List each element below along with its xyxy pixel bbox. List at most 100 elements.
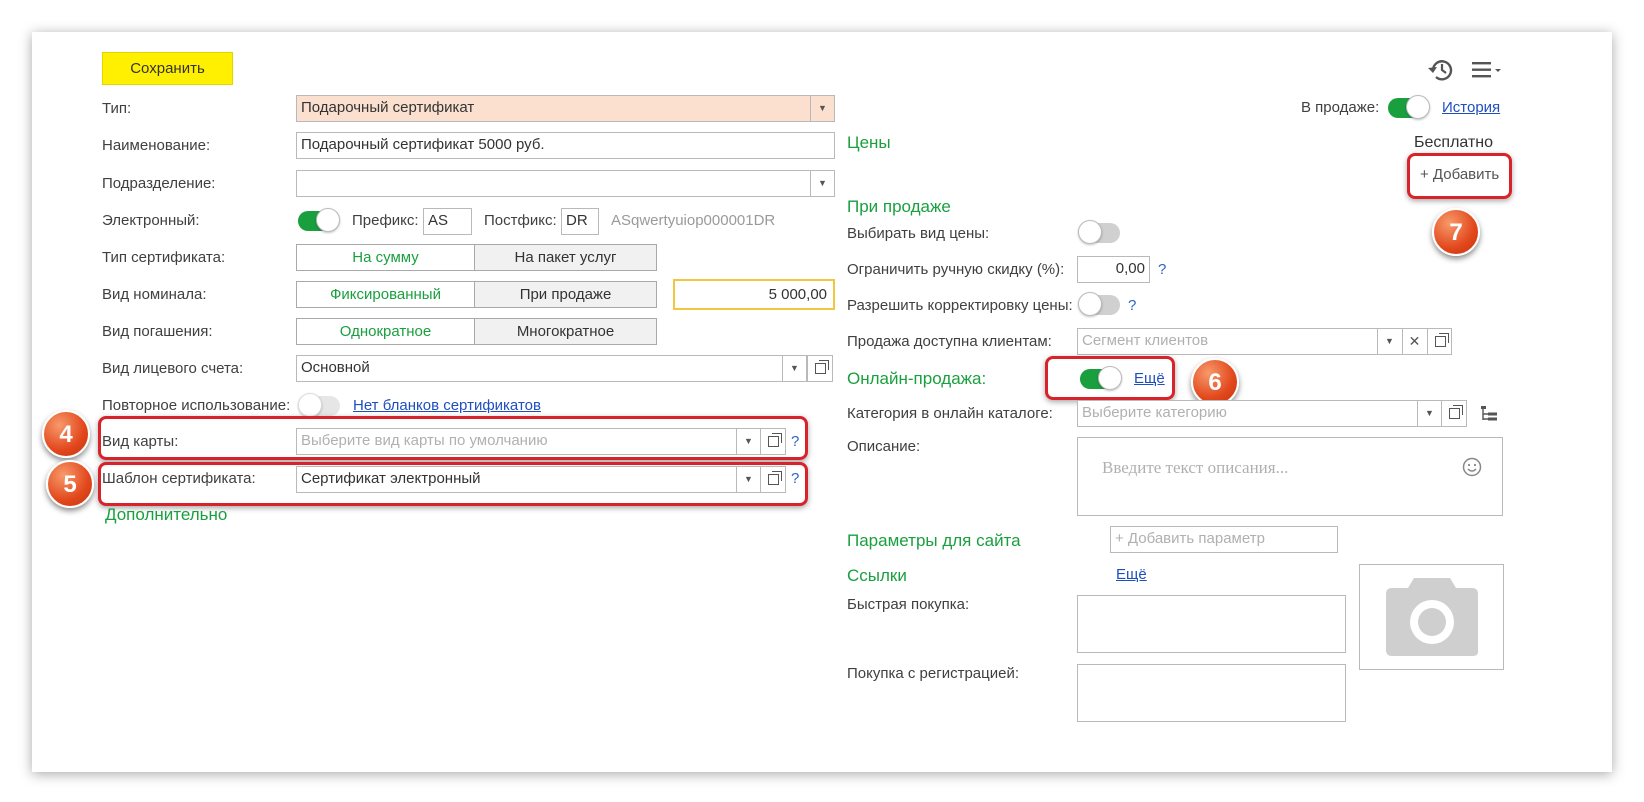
on-sale-label: В продаже:	[1301, 99, 1380, 116]
limit-discount-input[interactable]: 0,00	[1077, 256, 1150, 283]
division-label: Подразделение:	[102, 175, 216, 192]
menu-icon[interactable]	[1472, 60, 1506, 80]
reuse-toggle[interactable]	[298, 393, 340, 417]
account-kind-value: Основной	[301, 359, 370, 376]
postfix-label: Постфикс:	[484, 212, 557, 229]
open-icon[interactable]	[760, 428, 786, 455]
description-placeholder: Введите текст описания...	[1102, 458, 1289, 477]
cert-type-label: Тип сертификата:	[102, 249, 226, 266]
limit-discount-label: Ограничить ручную скидку (%):	[847, 261, 1065, 278]
online-more-link[interactable]: Ещё	[1134, 370, 1165, 387]
chevron-down-icon[interactable]: ▼	[1377, 329, 1401, 354]
open-icon[interactable]	[760, 466, 786, 493]
reg-buy-field[interactable]	[1077, 664, 1346, 722]
additional-section[interactable]: Дополнительно	[105, 505, 227, 525]
on-sale-toggle[interactable]	[1388, 95, 1430, 119]
help-icon[interactable]: ?	[791, 433, 799, 450]
prefix-input[interactable]: AS	[423, 208, 472, 235]
open-icon[interactable]	[1441, 400, 1467, 427]
allow-correction-toggle[interactable]	[1078, 292, 1120, 316]
save-button[interactable]: Сохранить	[102, 52, 233, 85]
tree-icon[interactable]	[1479, 404, 1499, 424]
electronic-label: Электронный:	[102, 212, 200, 229]
postfix-input[interactable]: DR	[561, 208, 599, 235]
prices-section-title: Цены	[847, 133, 891, 152]
card-kind-label: Вид карты:	[102, 433, 179, 450]
choose-price-toggle[interactable]	[1078, 220, 1120, 244]
card-kind-select[interactable]: Выберите вид карты по умолчанию ▼	[296, 428, 761, 455]
clients-placeholder: Сегмент клиентов	[1082, 332, 1209, 349]
nominal-option-on-sale[interactable]: При продаже	[474, 281, 657, 308]
division-select[interactable]: ▼	[296, 170, 835, 197]
card-kind-placeholder: Выберите вид карты по умолчанию	[301, 432, 548, 449]
account-kind-label: Вид лицевого счета:	[102, 360, 244, 377]
add-price-button[interactable]: + Добавить	[1420, 166, 1499, 183]
template-select[interactable]: Сертификат электронный ▼	[296, 466, 761, 493]
open-icon[interactable]	[1427, 329, 1451, 354]
callout-badge-5: 5	[46, 460, 94, 508]
clear-icon[interactable]: ✕	[1402, 329, 1426, 354]
emoji-icon[interactable]	[1462, 457, 1482, 477]
redemption-option-single[interactable]: Однократное	[296, 318, 475, 345]
type-value: Подарочный сертификат	[301, 99, 475, 116]
prices-status: Бесплатно	[1414, 134, 1494, 151]
category-label: Категория в онлайн каталоге:	[847, 405, 1053, 422]
chevron-down-icon[interactable]: ▼	[810, 96, 834, 121]
prefix-value: AS	[428, 212, 449, 229]
online-section-title: Онлайн-продажа:	[847, 369, 987, 388]
redemption-label: Вид погашения:	[102, 323, 213, 340]
generated-code: ASqwertyuiop000001DR	[611, 212, 776, 229]
callout-badge-4: 4	[42, 410, 90, 458]
history-icon[interactable]	[1427, 56, 1455, 84]
category-placeholder: Выберите категорию	[1082, 404, 1227, 421]
template-label: Шаблон сертификата:	[102, 470, 256, 487]
chevron-down-icon[interactable]: ▼	[810, 171, 834, 196]
reuse-label: Повторное использование:	[102, 397, 291, 414]
nominal-option-fixed[interactable]: Фиксированный	[296, 281, 475, 308]
account-kind-select[interactable]: Основной ▼	[296, 355, 807, 382]
chevron-down-icon[interactable]: ▼	[736, 467, 760, 492]
nominal-kind-label: Вид номинала:	[102, 286, 207, 303]
limit-discount-value: 0,00	[1115, 260, 1145, 277]
template-value: Сертификат электронный	[301, 470, 481, 487]
cert-type-option-package[interactable]: На пакет услуг	[474, 244, 657, 271]
name-input[interactable]: Подарочный сертификат 5000 руб.	[296, 132, 835, 159]
postfix-value: DR	[566, 212, 588, 229]
add-param-input[interactable]: + Добавить параметр	[1110, 526, 1338, 553]
chevron-down-icon[interactable]: ▼	[782, 356, 806, 381]
description-label: Описание:	[847, 438, 921, 455]
prefix-label: Префикс:	[352, 212, 419, 229]
nominal-amount-input[interactable]: 5 000,00	[673, 279, 835, 310]
online-toggle[interactable]	[1080, 366, 1122, 390]
name-value: Подарочный сертификат 5000 руб.	[301, 136, 545, 153]
reg-buy-label: Покупка с регистрацией:	[847, 665, 1019, 682]
redemption-option-multiple[interactable]: Многократное	[474, 318, 657, 345]
cert-type-option-sum[interactable]: На сумму	[296, 244, 475, 271]
electronic-toggle[interactable]	[298, 208, 340, 232]
camera-icon	[1386, 578, 1478, 656]
nominal-amount-value: 5 000,00	[768, 286, 827, 303]
callout-badge-6: 6	[1191, 358, 1239, 406]
links-more-link[interactable]: Ещё	[1116, 566, 1147, 583]
type-select[interactable]: Подарочный сертификат ▼	[296, 95, 835, 122]
help-icon[interactable]: ?	[1158, 261, 1166, 278]
image-placeholder[interactable]	[1359, 564, 1504, 670]
no-blanks-link[interactable]: Нет бланков сертификатов	[353, 397, 541, 414]
quick-buy-field[interactable]	[1077, 595, 1346, 653]
category-select[interactable]: Выберите категорию ▼	[1077, 400, 1442, 427]
type-label: Тип:	[102, 100, 132, 117]
clients-select[interactable]: Сегмент клиентов ▼ ✕	[1077, 328, 1452, 355]
help-icon[interactable]: ?	[1128, 297, 1136, 314]
links-section-title: Ссылки	[847, 566, 907, 585]
chevron-down-icon[interactable]: ▼	[1417, 401, 1441, 426]
on-sell-section-title: При продаже	[847, 197, 951, 216]
open-icon[interactable]	[807, 355, 833, 382]
callout-badge-7: 7	[1432, 208, 1480, 256]
history-link[interactable]: История	[1442, 99, 1500, 116]
description-textarea[interactable]: Введите текст описания...	[1077, 437, 1503, 516]
help-icon[interactable]: ?	[791, 470, 799, 487]
allow-correction-label: Разрешить корректировку цены:	[847, 297, 1073, 314]
chevron-down-icon[interactable]: ▼	[736, 429, 760, 454]
name-label: Наименование:	[102, 137, 211, 154]
site-params-section-title: Параметры для сайта	[847, 531, 1021, 550]
